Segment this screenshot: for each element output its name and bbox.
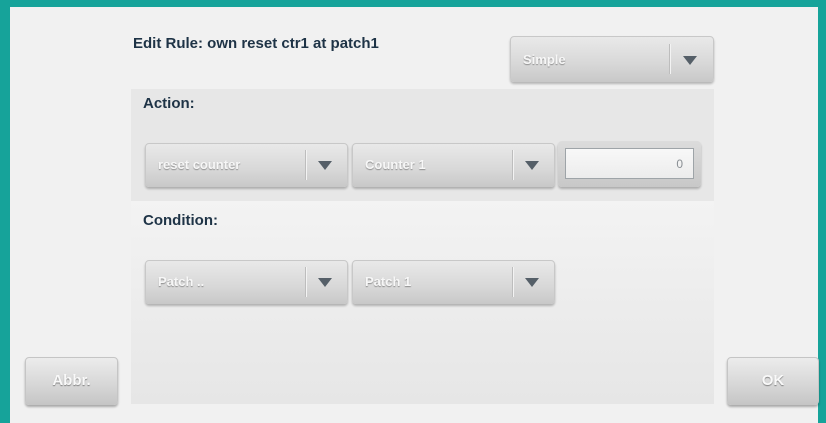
action-label: Action: xyxy=(143,95,195,112)
condition-target-value: Patch 1 xyxy=(365,274,412,289)
mode-select[interactable]: Simple xyxy=(510,36,714,82)
window-border-left xyxy=(0,0,10,423)
condition-type-divider xyxy=(305,267,307,297)
chevron-down-icon xyxy=(318,161,332,170)
ok-button[interactable]: OK xyxy=(727,357,819,405)
condition-type-value: Patch .. xyxy=(158,274,205,289)
action-type-value: reset counter xyxy=(158,157,241,172)
chevron-down-icon xyxy=(525,161,539,170)
chevron-down-icon xyxy=(525,278,539,287)
mode-select-divider xyxy=(669,44,671,74)
action-target-value: Counter 1 xyxy=(365,157,426,172)
app-window: Edit Rule: own reset ctr1 at patch1 Simp… xyxy=(0,0,826,423)
dialog-title: Edit Rule: own reset ctr1 at patch1 xyxy=(133,35,379,52)
action-type-divider xyxy=(305,150,307,180)
abbr-button[interactable]: Abbr. xyxy=(25,357,118,405)
condition-label: Condition: xyxy=(143,212,218,229)
condition-type-select[interactable]: Patch .. xyxy=(145,260,348,304)
rule-panel xyxy=(131,89,714,404)
action-target-select[interactable]: Counter 1 xyxy=(352,143,555,187)
chevron-down-icon xyxy=(318,278,332,287)
action-value-field: 0 xyxy=(558,141,701,187)
action-value-input[interactable]: 0 xyxy=(565,148,694,179)
condition-target-divider xyxy=(512,267,514,297)
action-type-select[interactable]: reset counter xyxy=(145,143,348,187)
action-target-divider xyxy=(512,150,514,180)
window-border-right xyxy=(818,0,826,423)
window-border-top xyxy=(0,0,826,7)
chevron-down-icon xyxy=(683,56,697,65)
mode-select-value: Simple xyxy=(523,52,566,67)
condition-target-select[interactable]: Patch 1 xyxy=(352,260,555,304)
